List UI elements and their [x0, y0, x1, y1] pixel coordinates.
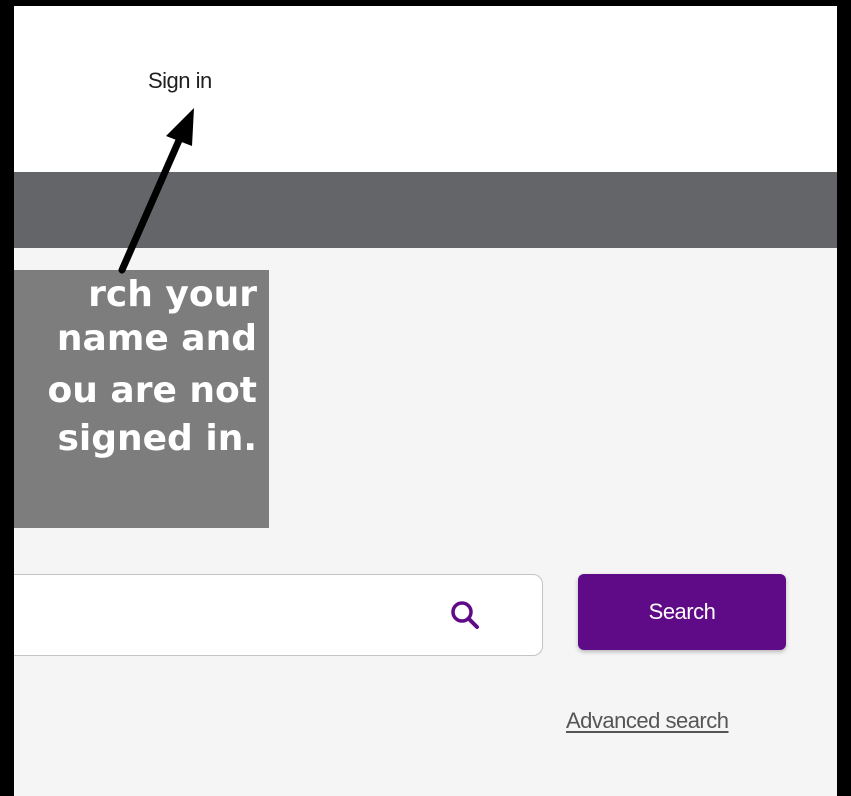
search-button[interactable]: Search [578, 574, 786, 650]
sign-in-link[interactable]: Sign in [148, 68, 212, 94]
callout-line-1: rch your [88, 274, 257, 315]
page-frame: Sign in Search Advanced search rch your … [14, 6, 837, 796]
callout-line-3: ou are not [47, 370, 257, 411]
navigation-band [14, 172, 837, 248]
search-input[interactable] [15, 587, 419, 645]
top-bar: Sign in [14, 6, 837, 172]
callout-box: rch your name and ou are not signed in. [14, 270, 269, 528]
advanced-search-link[interactable]: Advanced search [566, 708, 729, 734]
callout-line-2: name and [56, 318, 257, 359]
magnifier-icon[interactable] [447, 597, 483, 633]
callout-line-4: signed in. [57, 418, 257, 459]
search-field[interactable] [14, 574, 543, 656]
